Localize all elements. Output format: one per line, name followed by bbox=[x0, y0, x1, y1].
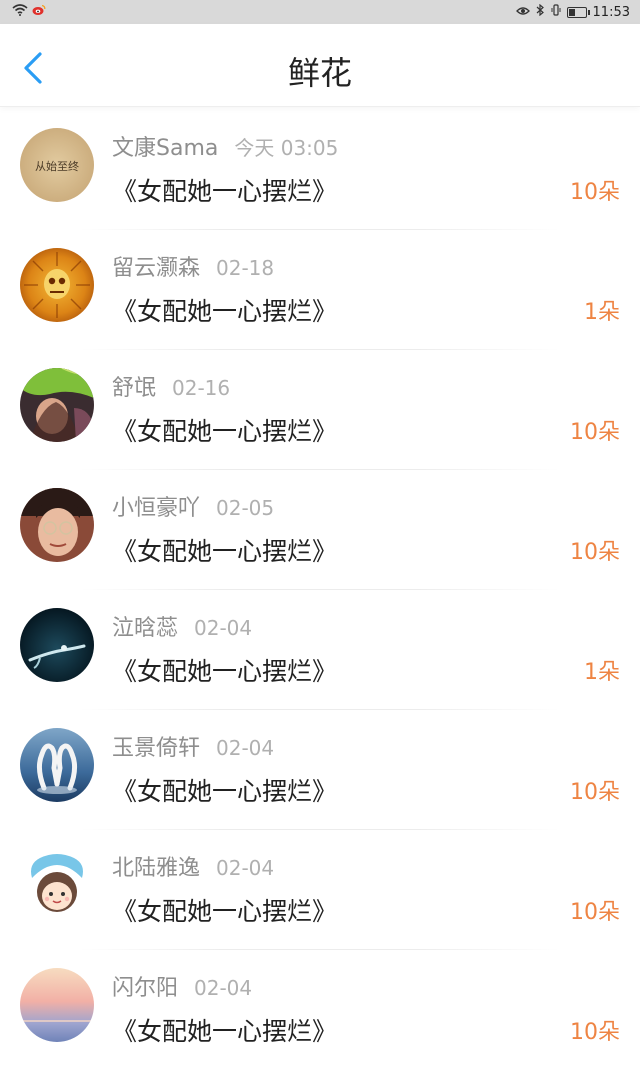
book-title[interactable]: 《女配她一心摆烂》 bbox=[112, 772, 337, 808]
avatar[interactable] bbox=[20, 488, 94, 562]
list-item[interactable]: 闪尔阳 02-04 《女配她一心摆烂》 10朵 bbox=[0, 950, 640, 1070]
book-title[interactable]: 《女配她一心摆烂》 bbox=[112, 652, 337, 688]
book-title[interactable]: 《女配她一心摆烂》 bbox=[112, 892, 337, 928]
status-time: 11:53 bbox=[592, 4, 630, 20]
date: 02-16 bbox=[172, 376, 231, 400]
weibo-icon bbox=[32, 4, 46, 20]
avatar[interactable]: 从始至终 bbox=[20, 128, 94, 202]
username[interactable]: 玉景倚轩 bbox=[112, 736, 200, 761]
avatar[interactable] bbox=[20, 368, 94, 442]
header: 鲜花 bbox=[0, 24, 640, 107]
status-bar: 11:53 bbox=[0, 0, 640, 24]
flower-count: 1朵 bbox=[584, 300, 620, 325]
vibrate-icon bbox=[551, 4, 561, 20]
avatar[interactable] bbox=[20, 728, 94, 802]
item-meta: 闪尔阳 02-04 bbox=[112, 970, 252, 1002]
item-meta: 小恒豪吖 02-05 bbox=[112, 490, 274, 522]
date: 02-04 bbox=[216, 856, 275, 880]
list-item[interactable]: 泣晗蕊 02-04 《女配她一心摆烂》 1朵 bbox=[0, 590, 640, 710]
battery-icon bbox=[566, 6, 590, 18]
list-item[interactable]: 舒氓 02-16 《女配她一心摆烂》 10朵 bbox=[0, 350, 640, 470]
username[interactable]: 泣晗蕊 bbox=[112, 616, 178, 641]
avatar[interactable] bbox=[20, 608, 94, 682]
username[interactable]: 北陆雅逸 bbox=[112, 856, 200, 881]
flower-list: 从始至终 文康Sama 今天 03:05 《女配她一心摆烂》 10朵 留云灏森 … bbox=[0, 110, 640, 1070]
flower-count: 10朵 bbox=[570, 900, 620, 925]
username[interactable]: 舒氓 bbox=[112, 376, 156, 401]
page-title: 鲜花 bbox=[287, 54, 352, 92]
date: 今天 03:05 bbox=[234, 136, 339, 160]
avatar[interactable] bbox=[20, 248, 94, 322]
book-title[interactable]: 《女配她一心摆烂》 bbox=[112, 532, 337, 568]
avatar[interactable] bbox=[20, 848, 94, 922]
flower-count: 10朵 bbox=[570, 540, 620, 565]
svg-text:从始至终: 从始至终 bbox=[35, 159, 79, 173]
flower-count: 1朵 bbox=[584, 660, 620, 685]
date: 02-04 bbox=[194, 976, 253, 1000]
username[interactable]: 文康Sama bbox=[112, 136, 218, 161]
item-meta: 留云灏森 02-18 bbox=[112, 250, 274, 282]
book-title[interactable]: 《女配她一心摆烂》 bbox=[112, 1012, 337, 1048]
bluetooth-icon bbox=[536, 3, 545, 20]
eye-icon bbox=[515, 4, 530, 20]
list-item[interactable]: 北陆雅逸 02-04 《女配她一心摆烂》 10朵 bbox=[0, 830, 640, 950]
item-meta: 泣晗蕊 02-04 bbox=[112, 610, 252, 642]
book-title[interactable]: 《女配她一心摆烂》 bbox=[112, 172, 337, 208]
item-meta: 北陆雅逸 02-04 bbox=[112, 850, 274, 882]
date: 02-04 bbox=[216, 736, 275, 760]
status-left bbox=[12, 4, 46, 20]
book-title[interactable]: 《女配她一心摆烂》 bbox=[112, 412, 337, 448]
username[interactable]: 留云灏森 bbox=[112, 256, 200, 281]
flower-count: 10朵 bbox=[570, 420, 620, 445]
item-meta: 文康Sama 今天 03:05 bbox=[112, 130, 338, 162]
date: 02-04 bbox=[194, 616, 253, 640]
flower-count: 10朵 bbox=[570, 180, 620, 205]
avatar[interactable] bbox=[20, 968, 94, 1042]
list-item[interactable]: 留云灏森 02-18 《女配她一心摆烂》 1朵 bbox=[0, 230, 640, 350]
date: 02-18 bbox=[216, 256, 275, 280]
list-item[interactable]: 小恒豪吖 02-05 《女配她一心摆烂》 10朵 bbox=[0, 470, 640, 590]
status-right: 11:53 bbox=[515, 3, 630, 20]
item-meta: 舒氓 02-16 bbox=[112, 370, 230, 402]
item-meta: 玉景倚轩 02-04 bbox=[112, 730, 274, 762]
flower-count: 10朵 bbox=[570, 1020, 620, 1045]
flower-count: 10朵 bbox=[570, 780, 620, 805]
wifi-icon bbox=[12, 4, 28, 20]
username[interactable]: 闪尔阳 bbox=[112, 976, 178, 1001]
username[interactable]: 小恒豪吖 bbox=[112, 496, 200, 521]
book-title[interactable]: 《女配她一心摆烂》 bbox=[112, 292, 337, 328]
list-item[interactable]: 玉景倚轩 02-04 《女配她一心摆烂》 10朵 bbox=[0, 710, 640, 830]
list-item[interactable]: 从始至终 文康Sama 今天 03:05 《女配她一心摆烂》 10朵 bbox=[0, 110, 640, 230]
date: 02-05 bbox=[216, 496, 275, 520]
